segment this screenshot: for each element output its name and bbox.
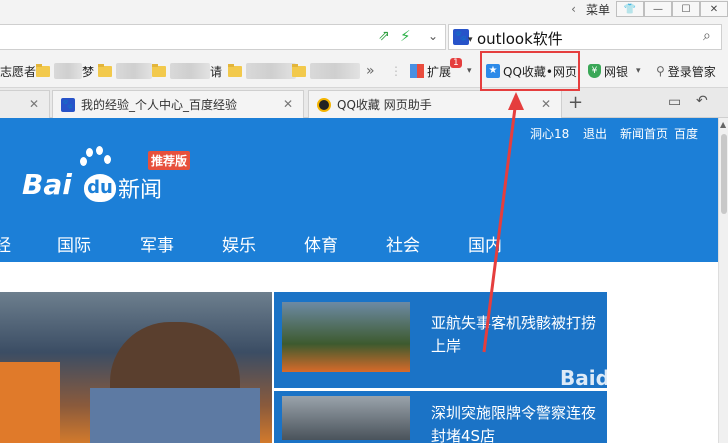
watermark-logo: Baidu经验 — [560, 366, 665, 390]
watermark-url: jingyan.baidu.com — [610, 392, 703, 403]
